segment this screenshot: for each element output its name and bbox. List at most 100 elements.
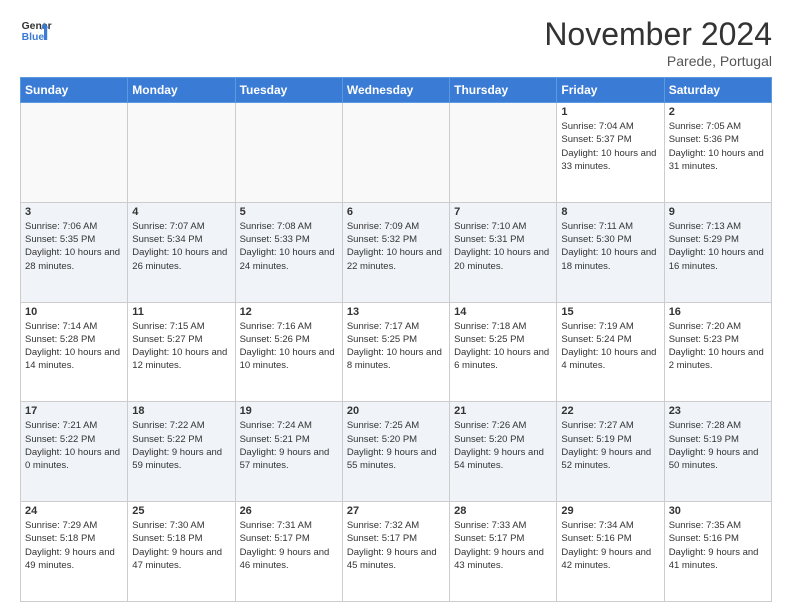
calendar-cell: 9 Sunrise: 7:13 AM Sunset: 5:29 PM Daylig… (664, 202, 771, 302)
day-number: 2 (669, 106, 767, 118)
day-info: Sunrise: 7:18 AM Sunset: 5:25 PM Dayligh… (454, 320, 552, 373)
day-number: 18 (132, 405, 230, 417)
day-info: Sunrise: 7:14 AM Sunset: 5:28 PM Dayligh… (25, 320, 123, 373)
calendar-cell (128, 103, 235, 203)
svg-text:General: General (22, 21, 52, 32)
calendar-cell: 7 Sunrise: 7:10 AM Sunset: 5:31 PM Daylig… (450, 202, 557, 302)
calendar-cell (342, 103, 449, 203)
location: Parede, Portugal (544, 53, 772, 69)
day-info: Sunrise: 7:30 AM Sunset: 5:18 PM Dayligh… (132, 519, 230, 572)
day-info: Sunrise: 7:07 AM Sunset: 5:34 PM Dayligh… (132, 220, 230, 273)
calendar-cell: 18 Sunrise: 7:22 AM Sunset: 5:22 PM Dayli… (128, 402, 235, 502)
calendar-cell: 28 Sunrise: 7:33 AM Sunset: 5:17 PM Dayli… (450, 502, 557, 602)
day-number: 29 (561, 505, 659, 517)
day-number: 6 (347, 206, 445, 218)
day-number: 13 (347, 306, 445, 318)
day-info: Sunrise: 7:05 AM Sunset: 5:36 PM Dayligh… (669, 120, 767, 173)
week-row-1: 1 Sunrise: 7:04 AM Sunset: 5:37 PM Daylig… (21, 103, 772, 203)
logo: General Blue (20, 16, 52, 48)
day-info: Sunrise: 7:31 AM Sunset: 5:17 PM Dayligh… (240, 519, 338, 572)
header-saturday: Saturday (664, 78, 771, 103)
calendar-cell: 6 Sunrise: 7:09 AM Sunset: 5:32 PM Daylig… (342, 202, 449, 302)
calendar-cell: 27 Sunrise: 7:32 AM Sunset: 5:17 PM Dayli… (342, 502, 449, 602)
day-info: Sunrise: 7:08 AM Sunset: 5:33 PM Dayligh… (240, 220, 338, 273)
calendar-cell: 10 Sunrise: 7:14 AM Sunset: 5:28 PM Dayli… (21, 302, 128, 402)
day-info: Sunrise: 7:22 AM Sunset: 5:22 PM Dayligh… (132, 419, 230, 472)
calendar-cell: 24 Sunrise: 7:29 AM Sunset: 5:18 PM Dayli… (21, 502, 128, 602)
calendar-cell: 21Sunrise: 7:26 AM Sunset: 5:20 PM Dayli… (450, 402, 557, 502)
calendar-cell (235, 103, 342, 203)
day-number: 26 (240, 505, 338, 517)
header-friday: Friday (557, 78, 664, 103)
day-info: Sunrise: 7:35 AM Sunset: 5:16 PM Dayligh… (669, 519, 767, 572)
calendar-cell: 14 Sunrise: 7:18 AM Sunset: 5:25 PM Dayli… (450, 302, 557, 402)
logo-icon: General Blue (20, 16, 52, 48)
day-number: 16 (669, 306, 767, 318)
calendar-cell: 17Sunrise: 7:21 AM Sunset: 5:22 PM Dayli… (21, 402, 128, 502)
day-number: 14 (454, 306, 552, 318)
day-number: 1 (561, 106, 659, 118)
day-number: 23 (669, 405, 767, 417)
calendar-cell: 23 Sunrise: 7:28 AM Sunset: 5:19 PM Dayli… (664, 402, 771, 502)
day-number: 24 (25, 505, 123, 517)
calendar-cell: 20Sunrise: 7:25 AM Sunset: 5:20 PM Dayli… (342, 402, 449, 502)
calendar-cell: 15 Sunrise: 7:19 AM Sunset: 5:24 PM Dayli… (557, 302, 664, 402)
day-number: 5 (240, 206, 338, 218)
header-sunday: Sunday (21, 78, 128, 103)
calendar-cell: 12Sunrise: 7:16 AM Sunset: 5:26 PM Dayli… (235, 302, 342, 402)
day-number: 30 (669, 505, 767, 517)
week-row-5: 24 Sunrise: 7:29 AM Sunset: 5:18 PM Dayli… (21, 502, 772, 602)
calendar-cell: 16 Sunrise: 7:20 AM Sunset: 5:23 PM Dayli… (664, 302, 771, 402)
day-number: 12 (240, 306, 338, 318)
calendar-cell (450, 103, 557, 203)
day-number: 8 (561, 206, 659, 218)
day-info: Sunrise: 7:32 AM Sunset: 5:17 PM Dayligh… (347, 519, 445, 572)
day-info: Sunrise: 7:33 AM Sunset: 5:17 PM Dayligh… (454, 519, 552, 572)
title-block: November 2024 Parede, Portugal (544, 16, 772, 69)
day-info: Sunrise: 7:04 AM Sunset: 5:37 PM Dayligh… (561, 120, 659, 173)
day-number: 4 (132, 206, 230, 218)
day-number: 11 (132, 306, 230, 318)
calendar-table: Sunday Monday Tuesday Wednesday Thursday… (20, 77, 772, 602)
day-number: 3 (25, 206, 123, 218)
day-number: 15 (561, 306, 659, 318)
week-row-2: 3 Sunrise: 7:06 AM Sunset: 5:35 PM Daylig… (21, 202, 772, 302)
calendar-cell: 19Sunrise: 7:24 AM Sunset: 5:21 PM Dayli… (235, 402, 342, 502)
day-number: 7 (454, 206, 552, 218)
month-title: November 2024 (544, 16, 772, 53)
day-info: Sunrise: 7:28 AM Sunset: 5:19 PM Dayligh… (669, 419, 767, 472)
calendar-cell: 11 Sunrise: 7:15 AM Sunset: 5:27 PM Dayli… (128, 302, 235, 402)
week-row-4: 17Sunrise: 7:21 AM Sunset: 5:22 PM Dayli… (21, 402, 772, 502)
day-number: 22 (561, 405, 659, 417)
header-wednesday: Wednesday (342, 78, 449, 103)
svg-text:Blue: Blue (22, 32, 45, 43)
day-info: Sunrise: 7:24 AM Sunset: 5:21 PM Dayligh… (240, 419, 338, 472)
day-info: Sunrise: 7:10 AM Sunset: 5:31 PM Dayligh… (454, 220, 552, 273)
day-info: Sunrise: 7:13 AM Sunset: 5:29 PM Dayligh… (669, 220, 767, 273)
day-number: 10 (25, 306, 123, 318)
calendar-cell: 29Sunrise: 7:34 AM Sunset: 5:16 PM Dayli… (557, 502, 664, 602)
day-number: 28 (454, 505, 552, 517)
day-info: Sunrise: 7:09 AM Sunset: 5:32 PM Dayligh… (347, 220, 445, 273)
page: General Blue November 2024 Parede, Portu… (0, 0, 792, 612)
day-number: 27 (347, 505, 445, 517)
calendar-cell: 3 Sunrise: 7:06 AM Sunset: 5:35 PM Daylig… (21, 202, 128, 302)
day-number: 9 (669, 206, 767, 218)
header-tuesday: Tuesday (235, 78, 342, 103)
day-info: Sunrise: 7:19 AM Sunset: 5:24 PM Dayligh… (561, 320, 659, 373)
calendar-cell: 2 Sunrise: 7:05 AM Sunset: 5:36 PM Daylig… (664, 103, 771, 203)
calendar-cell: 1 Sunrise: 7:04 AM Sunset: 5:37 PM Daylig… (557, 103, 664, 203)
day-info: Sunrise: 7:20 AM Sunset: 5:23 PM Dayligh… (669, 320, 767, 373)
day-info: Sunrise: 7:11 AM Sunset: 5:30 PM Dayligh… (561, 220, 659, 273)
day-info: Sunrise: 7:15 AM Sunset: 5:27 PM Dayligh… (132, 320, 230, 373)
day-number: 25 (132, 505, 230, 517)
day-number: 21 (454, 405, 552, 417)
calendar-cell: 8 Sunrise: 7:11 AM Sunset: 5:30 PM Daylig… (557, 202, 664, 302)
day-info: Sunrise: 7:27 AM Sunset: 5:19 PM Dayligh… (561, 419, 659, 472)
calendar-cell: 26 Sunrise: 7:31 AM Sunset: 5:17 PM Dayli… (235, 502, 342, 602)
calendar-cell: 25 Sunrise: 7:30 AM Sunset: 5:18 PM Dayli… (128, 502, 235, 602)
day-info: Sunrise: 7:17 AM Sunset: 5:25 PM Dayligh… (347, 320, 445, 373)
day-info: Sunrise: 7:06 AM Sunset: 5:35 PM Dayligh… (25, 220, 123, 273)
header-monday: Monday (128, 78, 235, 103)
day-info: Sunrise: 7:29 AM Sunset: 5:18 PM Dayligh… (25, 519, 123, 572)
